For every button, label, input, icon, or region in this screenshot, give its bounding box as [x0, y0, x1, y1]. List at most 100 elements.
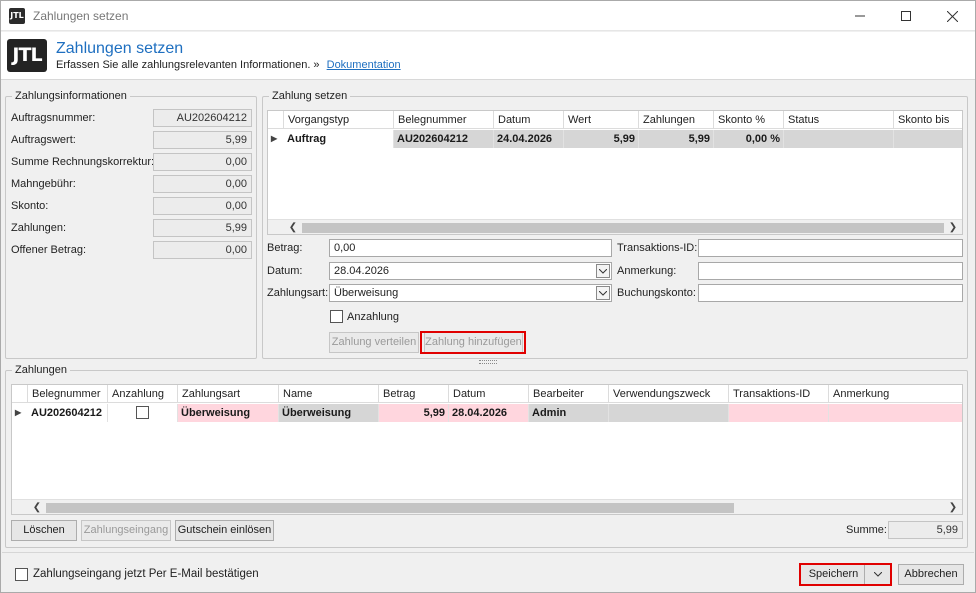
maximize-button[interactable] — [883, 1, 929, 31]
col-vorgangstyp[interactable]: Vorgangstyp — [284, 111, 394, 129]
betrag-input[interactable]: 0,00 — [329, 239, 612, 257]
summe-label: Summe: — [846, 524, 887, 536]
anmerkung-input[interactable] — [698, 262, 963, 280]
label-transaktions-id: Transaktions-ID: — [617, 242, 698, 254]
set-payment-legend: Zahlung setzen — [272, 90, 348, 102]
email-confirm-checkbox[interactable] — [15, 568, 28, 581]
cell-datum: 28.04.2026 — [449, 404, 529, 422]
col-zahlungsart[interactable]: Zahlungsart — [178, 385, 279, 403]
col-zahlungen[interactable]: Zahlungen — [639, 111, 714, 129]
dialog-window: JTL Zahlungen setzen JTL Zahlungen setze… — [0, 0, 976, 593]
anzahlung-label: Anzahlung — [347, 311, 399, 323]
scroll-thumb[interactable] — [302, 223, 944, 233]
cell-belegnummer: AU202604212 — [28, 404, 108, 422]
scroll-left-icon[interactable]: ❮ — [286, 220, 300, 234]
close-icon — [946, 10, 958, 22]
col-belegnummer[interactable]: Belegnummer — [394, 111, 494, 129]
col-betrag[interactable]: Betrag — [379, 385, 449, 403]
cell-anzahlung — [108, 404, 178, 422]
window-title: Zahlungen setzen — [33, 9, 129, 23]
col-datum[interactable]: Datum — [494, 111, 564, 129]
cell-betrag: 5,99 — [379, 404, 449, 422]
cell-skonto-bis — [894, 130, 962, 148]
label-anmerkung: Anmerkung: — [617, 265, 677, 277]
col-anmerkung[interactable]: Anmerkung — [829, 385, 962, 403]
scroll-right-icon[interactable]: ❯ — [946, 220, 960, 234]
highlight-frame-save — [799, 563, 892, 586]
zahlungseingang-button[interactable]: Zahlungseingang — [81, 520, 171, 541]
subtitle-text: Erfassen Sie alle zahlungsrelevanten Inf… — [56, 59, 320, 71]
datum-dropdown-button[interactable] — [596, 264, 610, 278]
title-bar: JTL Zahlungen setzen — [1, 1, 975, 31]
cell-datum: 24.04.2026 — [494, 130, 564, 148]
payments-legend: Zahlungen — [15, 364, 67, 376]
documents-grid: Vorgangstyp Belegnummer Datum Wert Zahlu… — [267, 110, 963, 235]
row-pointer-icon: ▶ — [15, 408, 22, 417]
col-transaktions-id[interactable]: Transaktions-ID — [729, 385, 829, 403]
label-mahngebuehr: Mahngebühr: — [11, 178, 76, 190]
zahlungsart-dropdown-button[interactable] — [596, 286, 610, 300]
cell-transaktions-id — [729, 404, 829, 422]
label-auftragsnummer: Auftragsnummer: — [11, 112, 96, 124]
datum-picker[interactable]: 28.04.2026 — [329, 262, 612, 280]
jtl-logo: JTL — [7, 39, 47, 72]
cell-wert: 5,99 — [564, 130, 639, 148]
maximize-icon — [901, 11, 911, 21]
payments-grid: Belegnummer Anzahlung Zahlungsart Name B… — [11, 384, 963, 515]
label-offener-betrag: Offener Betrag: — [11, 244, 87, 256]
cell-bearbeiter: Admin — [529, 404, 609, 422]
zahlungsart-value: Überweisung — [334, 287, 399, 299]
payment-info-legend: Zahlungsinformationen — [15, 90, 127, 102]
col-wert[interactable]: Wert — [564, 111, 639, 129]
cell-zahlungsart: Überweisung — [178, 404, 279, 422]
col-datum[interactable]: Datum — [449, 385, 529, 403]
zahlung-verteilen-button[interactable]: Zahlung verteilen — [329, 332, 419, 353]
loeschen-button[interactable]: Löschen — [11, 520, 77, 541]
col-name[interactable]: Name — [279, 385, 379, 403]
scroll-thumb[interactable] — [46, 503, 734, 513]
documentation-link[interactable]: Dokumentation — [327, 59, 401, 71]
transaktions-id-input[interactable] — [698, 239, 963, 257]
col-belegnummer[interactable]: Belegnummer — [28, 385, 108, 403]
col-skonto-bis[interactable]: Skonto bis — [894, 111, 962, 129]
field-mahngebuehr: 0,00 — [153, 175, 252, 193]
page-title: Zahlungen setzen — [56, 40, 184, 57]
summe-field: 5,99 — [888, 521, 963, 539]
cell-status — [784, 130, 894, 148]
minimize-button[interactable] — [837, 1, 883, 31]
zahlungsart-select[interactable]: Überweisung — [329, 284, 612, 302]
buchungskonto-input[interactable] — [698, 284, 963, 302]
cell-skonto-prozent: 0,00 % — [714, 130, 784, 148]
anzahlung-row-checkbox[interactable] — [136, 406, 149, 419]
label-zahlungen: Zahlungen: — [11, 222, 67, 234]
cell-belegnummer: AU202604212 — [394, 130, 494, 148]
row-indicator-header — [268, 111, 284, 129]
close-button[interactable] — [929, 1, 975, 31]
page-subtitle: Erfassen Sie alle zahlungsrelevanten Inf… — [56, 59, 401, 71]
col-bearbeiter[interactable]: Bearbeiter — [529, 385, 609, 403]
field-auftragsnummer: AU202604212 — [153, 109, 252, 127]
table-row[interactable]: ▶ AU202604212 Überweisung Überweisung 5,… — [12, 404, 962, 422]
highlight-frame-add-payment — [420, 331, 526, 354]
field-rechnungskorrektur: 0,00 — [153, 153, 252, 171]
documents-hscrollbar[interactable]: ❮ ❯ — [268, 219, 962, 234]
label-zahlungsart: Zahlungsart: — [267, 287, 329, 299]
col-verwendungszweck[interactable]: Verwendungszweck — [609, 385, 729, 403]
col-anzahlung[interactable]: Anzahlung — [108, 385, 178, 403]
field-skonto: 0,00 — [153, 197, 252, 215]
label-datum: Datum: — [267, 265, 303, 277]
cell-anmerkung — [829, 404, 962, 422]
payments-hscrollbar[interactable]: ❮ ❯ — [12, 499, 962, 514]
scroll-left-icon[interactable]: ❮ — [30, 500, 44, 514]
scroll-right-icon[interactable]: ❯ — [946, 500, 960, 514]
email-confirm-label: Zahlungseingang jetzt Per E-Mail bestäti… — [33, 568, 259, 580]
anzahlung-checkbox[interactable] — [330, 310, 343, 323]
col-skonto-prozent[interactable]: Skonto % — [714, 111, 784, 129]
table-row[interactable]: ▶ Auftrag AU202604212 24.04.2026 5,99 5,… — [268, 130, 962, 148]
dialog-footer: Zahlungseingang jetzt Per E-Mail bestäti… — [2, 552, 974, 592]
label-skonto: Skonto: — [11, 200, 49, 212]
field-zahlungen: 5,99 — [153, 219, 252, 237]
gutschein-einloesen-button[interactable]: Gutschein einlösen — [175, 520, 274, 541]
abbrechen-button[interactable]: Abbrechen — [898, 564, 964, 585]
col-status[interactable]: Status — [784, 111, 894, 129]
